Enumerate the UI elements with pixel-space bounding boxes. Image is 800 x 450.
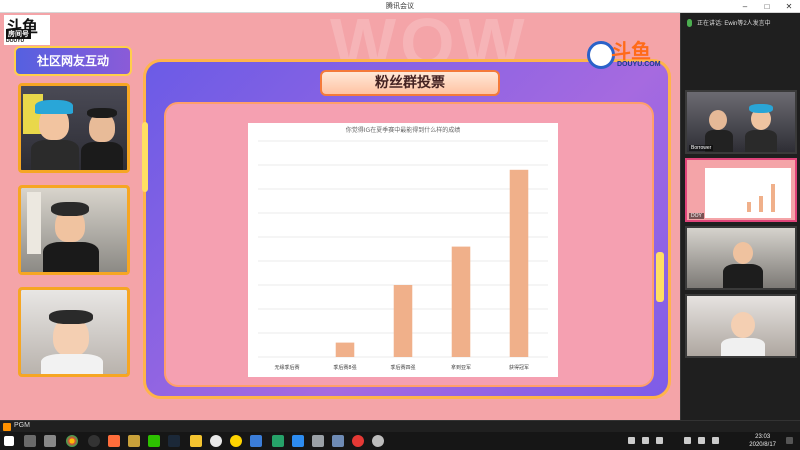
participant-tile[interactable]: [685, 294, 797, 358]
app-icon[interactable]: [332, 435, 344, 447]
chrome-icon[interactable]: [66, 435, 78, 447]
chart-x-tick-label: 获得冠军: [509, 364, 529, 371]
douyu-room-logo: 斗鱼 房间号 DOUYU: [4, 15, 50, 45]
notification-icon[interactable]: [786, 437, 793, 444]
league-icon[interactable]: [128, 435, 140, 447]
app-icon[interactable]: [292, 435, 304, 447]
app-icon[interactable]: [352, 435, 364, 447]
microphone-icon: [687, 19, 692, 27]
maximize-icon[interactable]: □: [756, 0, 778, 13]
status-text: PGM: [14, 422, 30, 429]
tray-icon[interactable]: [656, 437, 663, 444]
app-icon[interactable]: [272, 435, 284, 447]
wechat-icon[interactable]: [148, 435, 160, 447]
frame-decoration: [656, 252, 664, 302]
speaking-indicator: 正在讲话: Ewin等2人发言中: [681, 13, 800, 35]
app-icon[interactable]: [372, 435, 384, 447]
logo-en-text: DOUYU: [6, 38, 25, 44]
douyu-brand-text: 斗鱼: [611, 39, 651, 63]
chart-svg: 你觉得IG在夏季赛中最能得到什么样的成绩无缘季后赛 季后赛8强 季后赛四强 拿到亚军 获…: [258, 126, 548, 371]
participant-tile-active[interactable]: DOY: [685, 158, 797, 222]
chart-x-tick-label: 拿到亚军: [451, 364, 471, 371]
webcam-feed-2: [18, 185, 130, 275]
app-icon[interactable]: [250, 435, 262, 447]
status-line: PGM: [0, 420, 800, 432]
system-clock[interactable]: 23:03 2020/8/17: [749, 433, 776, 449]
community-banner: 社区网友互动: [14, 46, 132, 76]
chart-bar: [509, 169, 529, 357]
app-icon[interactable]: [230, 435, 242, 447]
obs-icon: [3, 423, 11, 431]
chart-x-tick-label: 季后赛四强: [390, 364, 415, 371]
tray-icon[interactable]: [642, 437, 649, 444]
chart-bar: [393, 285, 413, 357]
speaking-text: 正在讲话: Ewin等2人发言中: [697, 21, 771, 27]
chart-bar: [335, 342, 355, 357]
obs-app-icon[interactable]: [88, 435, 100, 447]
files-icon[interactable]: [44, 435, 56, 447]
minimize-icon[interactable]: –: [734, 0, 756, 13]
frame-decoration: [142, 122, 148, 192]
participant-tile[interactable]: [685, 226, 797, 290]
app-icon[interactable]: [210, 435, 222, 447]
participant-name: DOY: [689, 213, 704, 219]
chart-bar: [451, 246, 471, 357]
steam-icon[interactable]: [168, 435, 180, 447]
participant-sidebar: 正在讲话: Ewin等2人发言中 Borrower DOY: [680, 13, 800, 420]
douyu-logo: 斗鱼 DOUYU.COM: [585, 35, 670, 75]
webcam-feed-1: [18, 83, 130, 173]
taskview-icon[interactable]: [24, 435, 36, 447]
app-icon[interactable]: [312, 435, 324, 447]
volume-icon[interactable]: [698, 437, 705, 444]
douyu-url-text: DOUYU.COM: [617, 61, 661, 68]
title-bar: 腾讯会议 – □ ✕: [0, 0, 800, 13]
network-icon[interactable]: [684, 437, 691, 444]
stream-view: WOW 斗鱼 房间号 DOUYU 社区网友互动 粉丝群投票 你觉得IG在夏季赛中…: [0, 13, 680, 420]
chart-x-tick-label: 无缘季后赛: [274, 364, 299, 371]
poll-chart: 你觉得IG在夏季赛中最能得到什么样的成绩无缘季后赛 季后赛8强 季后赛四强 拿到亚军 获…: [248, 123, 558, 377]
poll-title: 粉丝群投票: [320, 70, 500, 96]
clock-time: 23:03: [755, 434, 771, 440]
webcam-feed-3: [18, 287, 130, 377]
ime-icon[interactable]: [712, 437, 719, 444]
window-title: 腾讯会议: [386, 3, 414, 10]
app-icon[interactable]: [108, 435, 120, 447]
start-icon[interactable]: [4, 436, 14, 446]
close-icon[interactable]: ✕: [778, 0, 800, 13]
taskbar: 23:03 2020/8/17: [0, 432, 800, 450]
chart-x-tick-label: 季后赛8强: [333, 364, 356, 371]
tray-icon[interactable]: [628, 437, 635, 444]
screen: 腾讯会议 – □ ✕ WOW 斗鱼 房间号 DOUYU 社区网友互动 粉丝群投票…: [0, 0, 800, 450]
chart-title: 你觉得IG在夏季赛中最能得到什么样的成绩: [346, 126, 460, 134]
participant-name: Borrower: [689, 145, 714, 151]
participant-tile[interactable]: Borrower: [685, 90, 797, 154]
clock-date: 2020/8/17: [749, 442, 776, 448]
app-icon[interactable]: [190, 435, 202, 447]
